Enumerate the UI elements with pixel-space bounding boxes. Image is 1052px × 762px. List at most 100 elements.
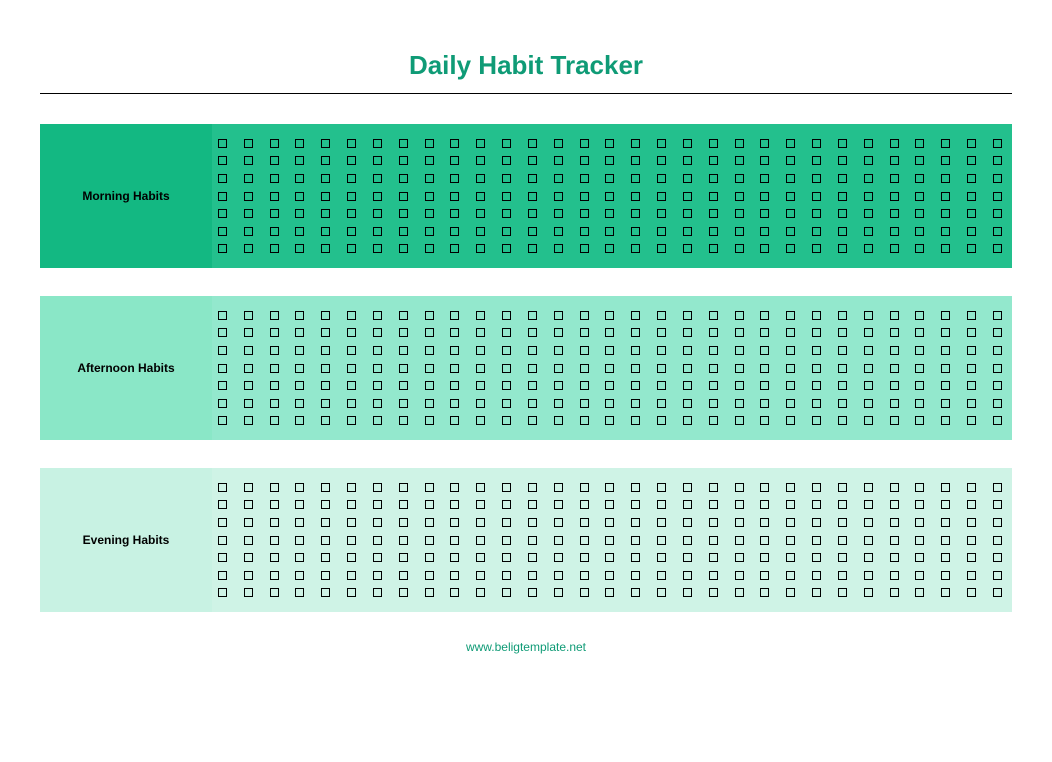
habit-checkbox[interactable] <box>218 192 227 201</box>
habit-checkbox[interactable] <box>270 174 279 183</box>
habit-checkbox[interactable] <box>631 174 640 183</box>
habit-checkbox[interactable] <box>373 328 382 337</box>
habit-checkbox[interactable] <box>709 588 718 597</box>
habit-checkbox[interactable] <box>657 174 666 183</box>
habit-checkbox[interactable] <box>812 588 821 597</box>
habit-checkbox[interactable] <box>890 518 899 527</box>
habit-checkbox[interactable] <box>399 209 408 218</box>
habit-checkbox[interactable] <box>528 209 537 218</box>
habit-checkbox[interactable] <box>321 536 330 545</box>
habit-checkbox[interactable] <box>502 588 511 597</box>
habit-checkbox[interactable] <box>450 364 459 373</box>
habit-checkbox[interactable] <box>709 174 718 183</box>
habit-checkbox[interactable] <box>941 139 950 148</box>
habit-checkbox[interactable] <box>425 174 434 183</box>
habit-checkbox[interactable] <box>425 311 434 320</box>
habit-checkbox[interactable] <box>631 192 640 201</box>
habit-checkbox[interactable] <box>967 174 976 183</box>
habit-checkbox[interactable] <box>760 381 769 390</box>
habit-checkbox[interactable] <box>373 311 382 320</box>
habit-checkbox[interactable] <box>218 328 227 337</box>
habit-checkbox[interactable] <box>347 381 356 390</box>
habit-checkbox[interactable] <box>502 381 511 390</box>
habit-checkbox[interactable] <box>270 553 279 562</box>
habit-checkbox[interactable] <box>476 500 485 509</box>
habit-checkbox[interactable] <box>967 192 976 201</box>
habit-checkbox[interactable] <box>967 156 976 165</box>
habit-checkbox[interactable] <box>709 156 718 165</box>
habit-checkbox[interactable] <box>580 156 589 165</box>
habit-checkbox[interactable] <box>476 483 485 492</box>
habit-checkbox[interactable] <box>890 328 899 337</box>
habit-checkbox[interactable] <box>270 209 279 218</box>
habit-checkbox[interactable] <box>760 553 769 562</box>
habit-checkbox[interactable] <box>683 571 692 580</box>
habit-checkbox[interactable] <box>244 500 253 509</box>
habit-checkbox[interactable] <box>890 536 899 545</box>
habit-checkbox[interactable] <box>683 518 692 527</box>
habit-checkbox[interactable] <box>709 416 718 425</box>
habit-checkbox[interactable] <box>786 209 795 218</box>
habit-checkbox[interactable] <box>864 156 873 165</box>
habit-checkbox[interactable] <box>605 536 614 545</box>
habit-checkbox[interactable] <box>735 244 744 253</box>
habit-checkbox[interactable] <box>476 553 485 562</box>
habit-checkbox[interactable] <box>425 553 434 562</box>
habit-checkbox[interactable] <box>580 381 589 390</box>
habit-checkbox[interactable] <box>295 244 304 253</box>
habit-checkbox[interactable] <box>812 483 821 492</box>
habit-checkbox[interactable] <box>838 518 847 527</box>
habit-checkbox[interactable] <box>812 311 821 320</box>
habit-checkbox[interactable] <box>321 588 330 597</box>
habit-checkbox[interactable] <box>580 174 589 183</box>
habit-checkbox[interactable] <box>683 227 692 236</box>
habit-checkbox[interactable] <box>890 209 899 218</box>
habit-checkbox[interactable] <box>786 311 795 320</box>
habit-checkbox[interactable] <box>450 588 459 597</box>
habit-checkbox[interactable] <box>270 227 279 236</box>
habit-checkbox[interactable] <box>915 139 924 148</box>
habit-checkbox[interactable] <box>812 364 821 373</box>
habit-checkbox[interactable] <box>270 311 279 320</box>
habit-checkbox[interactable] <box>270 244 279 253</box>
habit-checkbox[interactable] <box>399 381 408 390</box>
habit-checkbox[interactable] <box>709 227 718 236</box>
habit-checkbox[interactable] <box>735 139 744 148</box>
habit-checkbox[interactable] <box>812 536 821 545</box>
habit-checkbox[interactable] <box>218 311 227 320</box>
habit-checkbox[interactable] <box>735 174 744 183</box>
habit-checkbox[interactable] <box>838 483 847 492</box>
habit-checkbox[interactable] <box>786 346 795 355</box>
habit-checkbox[interactable] <box>864 174 873 183</box>
habit-checkbox[interactable] <box>554 399 563 408</box>
habit-checkbox[interactable] <box>244 328 253 337</box>
habit-checkbox[interactable] <box>890 571 899 580</box>
habit-checkbox[interactable] <box>373 364 382 373</box>
habit-checkbox[interactable] <box>657 500 666 509</box>
habit-checkbox[interactable] <box>915 244 924 253</box>
habit-checkbox[interactable] <box>657 399 666 408</box>
habit-checkbox[interactable] <box>218 139 227 148</box>
habit-checkbox[interactable] <box>295 364 304 373</box>
habit-checkbox[interactable] <box>967 518 976 527</box>
habit-checkbox[interactable] <box>657 156 666 165</box>
habit-checkbox[interactable] <box>244 209 253 218</box>
habit-checkbox[interactable] <box>683 311 692 320</box>
habit-checkbox[interactable] <box>321 346 330 355</box>
habit-checkbox[interactable] <box>605 311 614 320</box>
habit-checkbox[interactable] <box>941 571 950 580</box>
habit-checkbox[interactable] <box>864 553 873 562</box>
habit-checkbox[interactable] <box>605 381 614 390</box>
habit-checkbox[interactable] <box>967 209 976 218</box>
habit-checkbox[interactable] <box>321 311 330 320</box>
habit-checkbox[interactable] <box>864 416 873 425</box>
habit-checkbox[interactable] <box>399 399 408 408</box>
habit-checkbox[interactable] <box>528 588 537 597</box>
habit-checkbox[interactable] <box>838 500 847 509</box>
habit-checkbox[interactable] <box>760 500 769 509</box>
habit-checkbox[interactable] <box>295 536 304 545</box>
habit-checkbox[interactable] <box>554 209 563 218</box>
habit-checkbox[interactable] <box>786 571 795 580</box>
habit-checkbox[interactable] <box>502 156 511 165</box>
habit-checkbox[interactable] <box>321 192 330 201</box>
